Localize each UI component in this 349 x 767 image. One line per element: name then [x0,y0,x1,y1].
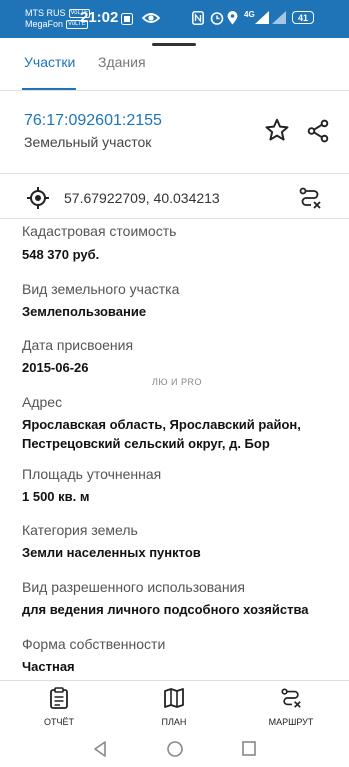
field-value-address: Ярославская область, Ярославский район, … [22,417,301,451]
tab-buildings[interactable]: Здания [98,54,146,70]
nav-route-label: МАРШРУТ [268,717,314,727]
field-label-address: Адрес [22,394,63,410]
map-icon [163,688,185,713]
signal-icon-2 [272,11,286,29]
home-icon[interactable] [166,740,184,763]
field-value-area: 1 500 кв. м [22,489,90,504]
network-type: 4G [244,10,255,19]
bottom-navigation: ОТЧЁТ ПЛАН МАРШРУТ [0,680,349,736]
field-value-assignment-date: 2015-06-26 [22,360,89,375]
field-label-cadastral-cost: Кадастровая стоимость [22,223,177,239]
status-bar: MTS RUS VoLTE MegaFon VoLTE 21:02 4G 41 [0,0,349,38]
recent-apps-icon[interactable] [241,740,257,763]
nav-plan-button[interactable]: ПЛАН [134,687,214,727]
location-icon [227,11,238,30]
field-label-land-category: Категория земель [22,522,138,538]
field-label-assignment-date: Дата присвоения [22,337,134,353]
tab-bar: Участки Здания [0,46,349,91]
field-value-cadastral-cost: 548 370 руб. [22,247,100,262]
nav-route-button[interactable]: МАРШРУТ [251,687,331,727]
share-icon[interactable] [305,118,331,144]
nav-plan-label: ПЛАН [161,717,187,727]
nav-report-label: ОТЧЁТ [43,717,74,727]
divider [0,173,349,174]
clipboard-icon [49,687,69,713]
route-icon [280,688,302,713]
field-label-plot-kind: Вид земельного участка [22,281,180,297]
back-icon[interactable] [92,740,108,763]
carrier-2-name: MegaFon [25,19,64,29]
field-label-area: Площадь уточненная [22,466,162,482]
active-tab-indicator [22,88,76,90]
tab-plots[interactable]: Участки [24,54,75,70]
field-value-land-category: Земли населенных пунктов [22,545,201,560]
divider [0,218,349,219]
field-value-plot-kind: Землепользование [22,304,147,319]
nfc-icon [192,11,204,30]
watermark-text: ЛЮ И PRO [152,377,202,387]
coordinates-text[interactable]: 57.67922709, 40.034213 [64,190,220,206]
system-navigation-bar [0,735,349,767]
notification-icon [121,12,133,30]
carrier-1-name: MTS RUS [25,8,66,18]
field-label-ownership: Форма собственности [22,636,166,652]
nav-report-button[interactable]: ОТЧЁТ [19,687,99,727]
status-time: 21:02 [80,9,119,26]
route-clear-icon[interactable] [298,186,322,210]
alarm-icon [210,11,224,30]
object-type: Земельный участок [24,134,152,150]
signal-icon-1 [255,11,269,29]
favorite-star-icon[interactable] [264,117,290,143]
field-value-ownership: Частная [22,659,75,674]
field-label-permitted-use: Вид разрешенного использования [22,579,245,595]
cadastral-number[interactable]: 76:17:092601:2155 [24,112,162,130]
eye-icon [141,11,161,30]
battery-indicator: 41 [292,11,314,24]
crosshair-icon [26,186,50,210]
field-value-permitted-use: для ведения личного подсобного хозяйства [22,602,309,617]
